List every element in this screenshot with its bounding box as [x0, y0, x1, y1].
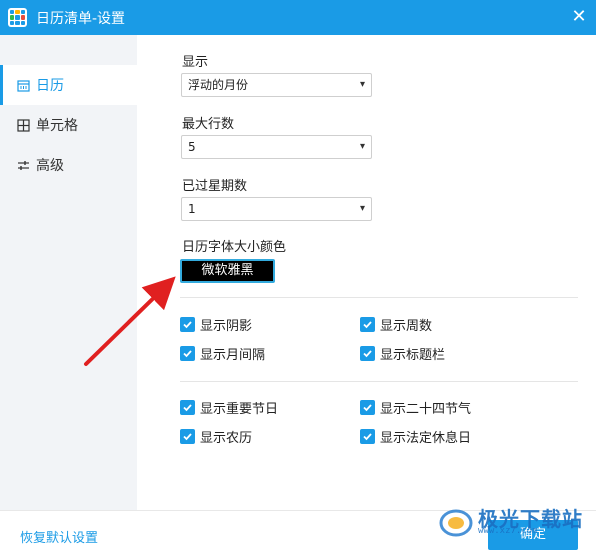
- close-button[interactable]: ✕: [568, 6, 590, 28]
- checkbox-show-shadow[interactable]: 显示阴影: [180, 315, 252, 334]
- checkbox-label: 显示周数: [380, 319, 433, 334]
- sidebar-item-label: 高级: [36, 158, 64, 174]
- divider: [180, 297, 578, 298]
- checkbox-show-legal-holidays[interactable]: 显示法定休息日: [360, 427, 471, 446]
- checkbox-checked-icon: [180, 317, 195, 332]
- checkbox-label: 显示二十四节气: [380, 402, 472, 417]
- checkbox-label: 显示月间隔: [200, 348, 266, 363]
- max-rows-select-value: 5: [188, 140, 196, 154]
- reset-defaults-link[interactable]: 恢复默认设置: [20, 527, 98, 546]
- checkbox-show-lunar[interactable]: 显示农历: [180, 427, 252, 446]
- display-select[interactable]: 浮动的月份 ▾: [181, 73, 372, 97]
- display-label: 显示: [182, 55, 209, 70]
- checkbox-show-solar-terms[interactable]: 显示二十四节气: [360, 398, 471, 417]
- checkbox-checked-icon: [360, 317, 375, 332]
- chevron-down-icon: ▾: [359, 79, 365, 90]
- checkbox-show-holidays[interactable]: 显示重要节日: [180, 398, 278, 417]
- past-weeks-select-value: 1: [188, 202, 196, 216]
- checkbox-show-week-number[interactable]: 显示周数: [360, 315, 432, 334]
- sidebar-item-cell[interactable]: 单元格: [0, 105, 137, 145]
- checkbox-label: 显示重要节日: [200, 402, 279, 417]
- chevron-down-icon: ▾: [359, 141, 365, 152]
- window-title: 日历清单-设置: [36, 11, 126, 27]
- checkbox-label: 显示法定休息日: [380, 431, 472, 446]
- grid-icon: [16, 118, 30, 132]
- past-weeks-label: 已过星期数: [182, 179, 248, 194]
- watermark-url: www.xz7.com: [478, 526, 538, 536]
- max-rows-select[interactable]: 5 ▾: [181, 135, 372, 159]
- title-bar: 日历清单-设置 ✕: [0, 0, 596, 35]
- checkbox-checked-icon: [360, 429, 375, 444]
- checkbox-checked-icon: [360, 400, 375, 415]
- chevron-down-icon: ▾: [359, 203, 365, 214]
- sidebar-item-calendar[interactable]: 日历: [0, 65, 137, 105]
- sidebar-item-label: 单元格: [36, 118, 78, 134]
- checkbox-checked-icon: [180, 400, 195, 415]
- app-logo-icon: [8, 8, 27, 27]
- divider: [180, 381, 578, 382]
- checkbox-checked-icon: [360, 346, 375, 361]
- font-label: 日历字体大小颜色: [182, 240, 287, 255]
- sliders-icon: [16, 158, 30, 172]
- checkbox-label: 显示标题栏: [380, 348, 446, 363]
- calendar-icon: [16, 78, 30, 92]
- close-icon: ✕: [571, 6, 587, 27]
- checkbox-show-month-gap[interactable]: 显示月间隔: [180, 344, 265, 363]
- sidebar-item-label: 日历: [36, 78, 64, 94]
- checkbox-checked-icon: [180, 346, 195, 361]
- font-button[interactable]: 微软雅黑: [180, 259, 275, 283]
- past-weeks-select[interactable]: 1 ▾: [181, 197, 372, 221]
- sidebar-item-advanced[interactable]: 高级: [0, 145, 137, 185]
- checkbox-checked-icon: [180, 429, 195, 444]
- checkbox-label: 显示农历: [200, 431, 253, 446]
- max-rows-label: 最大行数: [182, 117, 235, 132]
- checkbox-show-titlebar[interactable]: 显示标题栏: [360, 344, 445, 363]
- sidebar: 日历 单元格 高级: [0, 35, 137, 510]
- display-select-value: 浮动的月份: [188, 78, 249, 92]
- checkbox-label: 显示阴影: [200, 319, 253, 334]
